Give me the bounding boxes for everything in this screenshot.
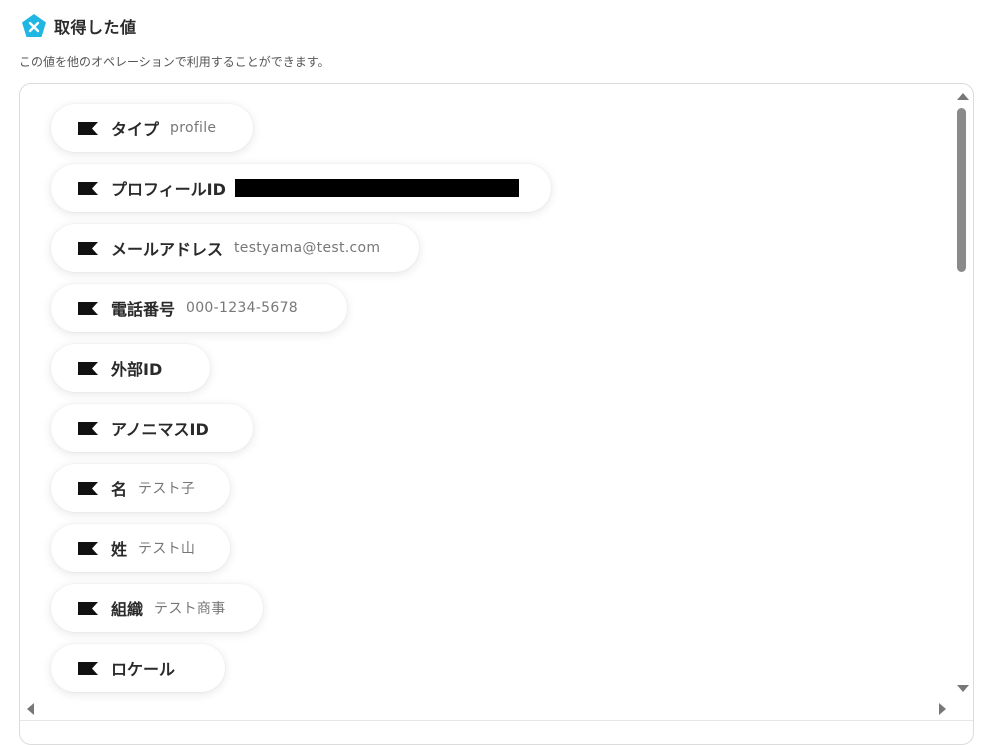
scroll-right-arrow-icon[interactable]	[939, 703, 946, 715]
scroll-up-arrow-icon[interactable]	[957, 93, 969, 100]
tag-icon	[78, 121, 98, 135]
tag-icon	[78, 361, 98, 375]
chip-value: testyama@test.com	[234, 240, 381, 256]
chip-value: 000-1234-5678	[186, 300, 298, 316]
value-chip-anonymous-id[interactable]: アノニマスID	[51, 404, 253, 452]
chip-label: 名	[111, 480, 128, 499]
tag-icon	[78, 541, 98, 555]
value-chip-last-name[interactable]: 姓 テスト山	[51, 524, 230, 572]
chip-value: テスト子	[138, 481, 196, 497]
value-chip-organization[interactable]: 組織 テスト商事	[51, 584, 263, 632]
chip-label: メールアドレス	[111, 240, 224, 259]
scroll-down-arrow-icon[interactable]	[957, 685, 969, 692]
redacted-value	[234, 179, 519, 197]
tag-icon	[78, 301, 98, 315]
page-title: 取得した値	[54, 18, 137, 37]
vertical-scrollbar-thumb[interactable]	[957, 108, 966, 272]
app-logo-icon	[22, 14, 46, 37]
tag-icon	[78, 181, 98, 195]
chip-label: 姓	[111, 540, 128, 559]
value-chip-external-id[interactable]: 外部ID	[51, 344, 210, 392]
value-chip-phone[interactable]: 電話番号 000-1234-5678	[51, 284, 347, 332]
scroll-left-arrow-icon[interactable]	[27, 703, 34, 715]
chip-label: アノニマスID	[111, 420, 209, 439]
horizontal-scrollbar-track	[20, 720, 973, 721]
chip-label: 組織	[111, 600, 144, 619]
tag-icon	[78, 241, 98, 255]
tag-icon	[78, 421, 98, 435]
tag-icon	[78, 661, 98, 675]
page-subtitle: この値を他のオペレーションで利用することができます。	[19, 55, 330, 69]
header: 取得した値	[20, 12, 137, 40]
chip-label: タイプ	[111, 120, 160, 139]
values-panel: タイプ profile プロフィールID メールアドレス testyama@te…	[19, 83, 974, 745]
value-chip-profile-id[interactable]: プロフィールID	[51, 164, 551, 212]
chip-value: テスト商事	[154, 601, 226, 617]
tag-icon	[78, 601, 98, 615]
chip-label: 電話番号	[111, 300, 176, 319]
value-chip-first-name[interactable]: 名 テスト子	[51, 464, 230, 512]
chip-label: プロフィールID	[111, 180, 226, 199]
chip-label: 外部ID	[111, 360, 163, 379]
tag-icon	[78, 481, 98, 495]
chip-label: ロケール	[111, 660, 176, 679]
value-chip-email[interactable]: メールアドレス testyama@test.com	[51, 224, 419, 272]
value-chip-type[interactable]: タイプ profile	[51, 104, 253, 152]
chip-value: profile	[170, 120, 217, 136]
value-chip-locale[interactable]: ロケール	[51, 644, 225, 692]
chip-value: テスト山	[138, 541, 196, 557]
